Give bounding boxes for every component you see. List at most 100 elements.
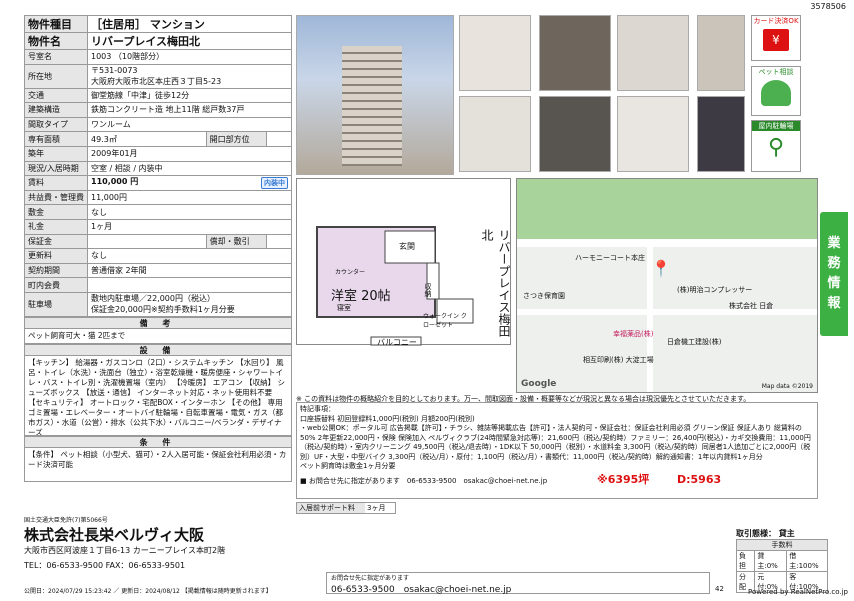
support-label: 入居前サポート料: [297, 503, 365, 513]
table-row: 現況/入居時期 空室 / 相談 / 内装中: [24, 160, 292, 177]
spec-value: 敷地内駐車場／22,000円（税込） 保証金20,000円※契約手数料1ヶ月分要: [87, 291, 292, 317]
spec-value: なし: [87, 204, 292, 220]
bicycle-parking-icon: 屋内駐輪場 ⚲: [751, 120, 801, 172]
support-value: 3ヶ月: [367, 504, 386, 512]
copy-tel: 06-6533-9500: [331, 585, 395, 595]
joken-header: 条 件: [24, 435, 292, 448]
table-row: 保証金 償却・敷引: [24, 233, 293, 250]
room-photo-6[interactable]: [539, 96, 611, 172]
spec-key: 号室名: [24, 49, 88, 65]
table-row: 物件種目 ［住居用］ マンション: [24, 15, 292, 33]
table-row: 負担 貸主:0% 借主:100%: [735, 550, 828, 572]
joken-text: 【条件】 ペット相談（小型犬、猫可）・2人入居可能・保証会社利用必須・カード決済…: [24, 447, 292, 482]
spec-key: 町内会費: [24, 277, 88, 293]
floor-plan[interactable]: 洋室 20帖 寝室 カウンター 玄関 収納 ウォークイン クローゼット バルコニ…: [296, 178, 511, 347]
company-address: 大阪市西区阿波座１丁目6-13 カーニープレイス本町2階: [24, 546, 226, 555]
spec-value: なし: [87, 248, 292, 264]
building-shape: [342, 46, 402, 166]
location-pin-icon[interactable]: 📍: [651, 259, 671, 278]
room-photo-4[interactable]: [697, 15, 745, 91]
spec-value: ワンルーム: [87, 116, 292, 133]
spec-value: 御堂筋線「中津」徒歩12分: [87, 87, 292, 104]
room-photo-7[interactable]: [617, 96, 689, 172]
copy-head: お問合せ先に指定があります: [331, 575, 410, 582]
table-row: 賃料 110,000 円 内装中: [24, 175, 292, 191]
spec-value: 〒531-0073 大阪府大阪市北区本庄西３丁目5-23: [87, 63, 292, 89]
table-row: 建築構造 鉄筋コンクリート造 地上11階 総戸数37戸: [24, 102, 292, 118]
spec-panel: 物件種目 ［住居用］ マンション 物件名 リバープレイス梅田北 号室名 1003 （10階…: [24, 15, 293, 482]
spec-value: [87, 233, 207, 250]
tab-char: 情: [827, 276, 841, 291]
spec-key: 所在地: [24, 63, 88, 89]
map-label: ハーモニーコート本庄: [575, 254, 645, 262]
park-area: [517, 179, 817, 239]
spec-table: 物件種目 ［住居用］ マンション 物件名 リバープレイス梅田北 号室名 1003 （10階…: [24, 15, 293, 317]
fee-cell: 借主:100%: [786, 550, 828, 572]
document-id: 3578506: [810, 2, 846, 11]
table-row: 交通 御堂筋線「中津」徒歩12分: [24, 87, 292, 104]
spec-key: 物件名: [24, 32, 88, 50]
table-row: 所在地 〒531-0073 大阪府大阪市北区本庄西３丁目5-23: [24, 63, 292, 89]
spec-key: 駐車場: [24, 291, 88, 317]
area-code: ※6395坪: [597, 473, 650, 486]
map-label: 株式会社 日倉: [729, 302, 774, 310]
table-row: 町内会費: [24, 277, 292, 293]
spec-value: 普通借家 2年間: [87, 262, 292, 279]
spec-value: 2009年01月: [87, 145, 292, 162]
road: [517, 239, 817, 247]
page-number: 42: [715, 585, 724, 593]
d-code: D:5963: [677, 473, 722, 486]
table-row: 共益費・管理費 11,000円: [24, 189, 292, 206]
fee-cell: 負担: [735, 550, 756, 572]
room-photo-5[interactable]: [459, 96, 531, 172]
torihiki-title: 取引態様：: [736, 529, 776, 538]
spec-value: 鉄筋コンクリート造 地上11階 総戸数37戸: [87, 102, 292, 118]
spec-value: [87, 277, 292, 293]
room-label: 洋室 20帖: [331, 289, 391, 304]
map[interactable]: 📍 ハーモニーコート本庄 さつき保育園 (株)明治コンプレッサー 株式会社 日倉…: [516, 178, 818, 393]
table-row: 更新料 なし: [24, 248, 292, 264]
card-payment-label: カード決済OK: [753, 17, 799, 25]
setsubi-text: 【キッチン】 給湯器・ガスコンロ（2口）・システムキッチン 【水回り】 風呂・ト…: [24, 355, 292, 436]
rent-value: 110,000 円: [91, 177, 139, 187]
google-logo: Google: [521, 379, 557, 389]
business-info-tab[interactable]: 業 務 情 報: [820, 212, 848, 336]
fee-header: 手数料: [736, 539, 828, 551]
map-label: さつき保育園: [523, 292, 565, 300]
pet-icon: ペット相談: [751, 66, 801, 116]
spec-key: 敷金: [24, 204, 88, 220]
contact-text: お問合せ先に指定があります: [308, 476, 400, 485]
pet-label: ペット相談: [758, 68, 794, 76]
table-row: 専有面積 49.3㎡ 開口部方位: [24, 131, 293, 147]
spec-key: 保証金: [24, 233, 88, 250]
map-label: 相互印刷(株) 大淀工場: [583, 356, 654, 364]
spec-key: 共益費・管理費: [24, 189, 88, 206]
room-photo-2[interactable]: [539, 15, 611, 91]
bicycle-label: 屋内駐輪場: [752, 121, 800, 131]
room-photo-3[interactable]: [617, 15, 689, 91]
spec-key: 契約期間: [24, 262, 88, 279]
biko-header: 備 考: [24, 316, 292, 329]
room-photo-1[interactable]: [459, 15, 531, 91]
company-tel: TEL：06-6533-9500 FAX：06-6533-9501: [24, 561, 186, 570]
tab-char: 務: [827, 256, 841, 271]
table-row: 間取タイプ ワンルーム: [24, 116, 292, 133]
map-label: 幸福薬品(株): [613, 330, 654, 338]
spec-key: 礼金: [24, 218, 88, 235]
fee-table: 手数料 負担 貸主:0% 借主:100% 分配 元付:0% 客付:100%: [735, 539, 828, 593]
company-block: 国土交通大臣免許(7)第5066号 株式会社長栄ベルヴィ大阪 大阪市西区阿波座１…: [24, 515, 324, 571]
spec-key: 更新料: [24, 248, 88, 264]
counter-label: カウンター: [335, 269, 366, 276]
closet-label: 収納: [424, 283, 432, 297]
tab-char: 報: [827, 296, 841, 311]
torihiki-value: 貸主: [778, 529, 795, 538]
map-label: (株)明治コンプレッサー: [677, 286, 753, 294]
spec-key: 専有面積: [24, 131, 88, 147]
spec-key: 賃料: [24, 175, 88, 191]
status-badge: 内装中: [261, 177, 288, 190]
room-photo-8[interactable]: [697, 96, 745, 172]
copy-contact: 06-6533-9500 osakac@choei-net.ne.jp: [327, 582, 709, 595]
map-label: 日倉機工建設(株): [667, 338, 722, 346]
table-row: 築年 2009年01月: [24, 145, 292, 162]
building-photo[interactable]: [296, 15, 454, 175]
